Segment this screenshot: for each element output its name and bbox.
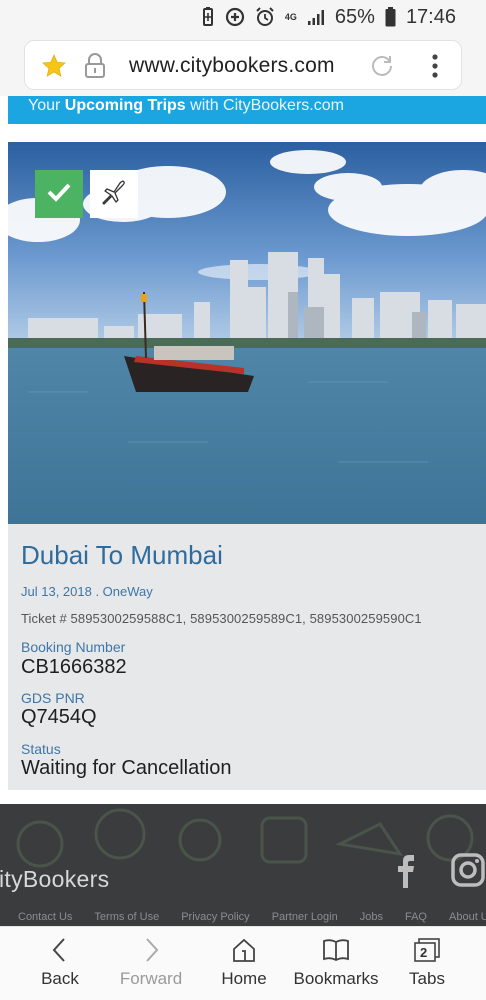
back-icon (52, 938, 65, 962)
battery-saver-icon (201, 7, 215, 27)
footer-link-terms[interactable]: Terms of Use (94, 911, 159, 923)
menu-icon[interactable] (425, 51, 445, 81)
bookmarks-icon (323, 939, 349, 962)
home-icon (233, 938, 255, 962)
status-label: Status (21, 741, 61, 757)
check-icon (46, 181, 72, 208)
lock-icon[interactable] (83, 53, 107, 79)
banner-highlight: Upcoming Trips (64, 97, 186, 114)
footer-link-faq[interactable]: FAQ (405, 911, 427, 923)
url-text[interactable]: www.citybookers.com (129, 54, 335, 78)
home-label: Home (221, 969, 267, 988)
confirmed-badge (35, 170, 83, 218)
tab-count: 2 (420, 945, 428, 960)
trip-date: Jul 13, 2018 . OneWay (21, 584, 153, 599)
tabs-label: Tabs (409, 969, 445, 988)
data-saver-icon (225, 7, 245, 27)
back-label: Back (41, 969, 79, 988)
status-value: Waiting for Cancellation (21, 757, 232, 779)
forward-button[interactable]: Forward (118, 927, 184, 1000)
trip-title[interactable]: Dubai To Mumbai (21, 540, 223, 571)
footer-link-partner[interactable]: Partner Login (272, 911, 338, 923)
ticket-numbers: Ticket # 5895300259588C1, 5895300259589C… (21, 611, 422, 626)
footer-link-contact[interactable]: Contact Us (18, 911, 72, 923)
site-footer: ityBookers Contact Us Terms of Use Priva… (0, 804, 486, 926)
signal-icon (307, 8, 325, 26)
battery-percent: 65% (334, 5, 375, 28)
flight-badge (90, 170, 138, 218)
booking-number-value: CB1666382 (21, 656, 127, 678)
banner-suffix: with CityBookers.com (185, 97, 344, 114)
address-bar[interactable]: www.citybookers.com (24, 40, 462, 90)
gds-pnr-value: Q7454Q (21, 706, 97, 728)
star-icon[interactable] (41, 53, 67, 79)
forward-icon (146, 938, 159, 962)
tabs-icon: 2 (413, 937, 441, 963)
alarm-icon (255, 7, 275, 27)
bookmarks-label: Bookmarks (293, 969, 379, 988)
trip-card[interactable]: Dubai To Mumbai Jul 13, 2018 . OneWay Ti… (8, 142, 486, 790)
banner-prefix: Your (28, 97, 65, 114)
status-bar: 4G 65% 17:46 (0, 0, 486, 34)
plane-icon (99, 177, 129, 212)
network-type: 4G (284, 11, 297, 22)
browser-toolbar: Back Forward Home Bookmarks 2 Tabs (0, 926, 486, 1000)
footer-link-about[interactable]: About Us (449, 911, 486, 923)
reload-icon[interactable] (369, 53, 395, 79)
footer-link-privacy[interactable]: Privacy Policy (181, 911, 249, 923)
battery-icon (385, 7, 396, 27)
footer-link-jobs[interactable]: Jobs (360, 911, 383, 923)
browser-address-area: www.citybookers.com (0, 34, 486, 96)
footer-logo[interactable]: ityBookers (0, 866, 109, 893)
instagram-icon[interactable] (450, 852, 486, 888)
back-button[interactable]: Back (38, 927, 82, 1000)
web-page: Your Upcoming Trips with CityBookers.com (0, 96, 486, 926)
bookmarks-button[interactable]: Bookmarks (293, 927, 379, 1000)
clock: 17:46 (405, 5, 456, 28)
tabs-button[interactable]: 2 Tabs (404, 927, 450, 1000)
upcoming-trips-banner: Your Upcoming Trips with CityBookers.com (8, 96, 486, 124)
forward-label: Forward (119, 969, 183, 988)
gds-pnr-label: GDS PNR (21, 690, 85, 706)
footer-links: Contact Us Terms of Use Privacy Policy P… (18, 911, 486, 923)
home-button[interactable]: Home (218, 927, 270, 1000)
facebook-icon[interactable] (392, 852, 420, 888)
booking-number-label: Booking Number (21, 639, 126, 655)
